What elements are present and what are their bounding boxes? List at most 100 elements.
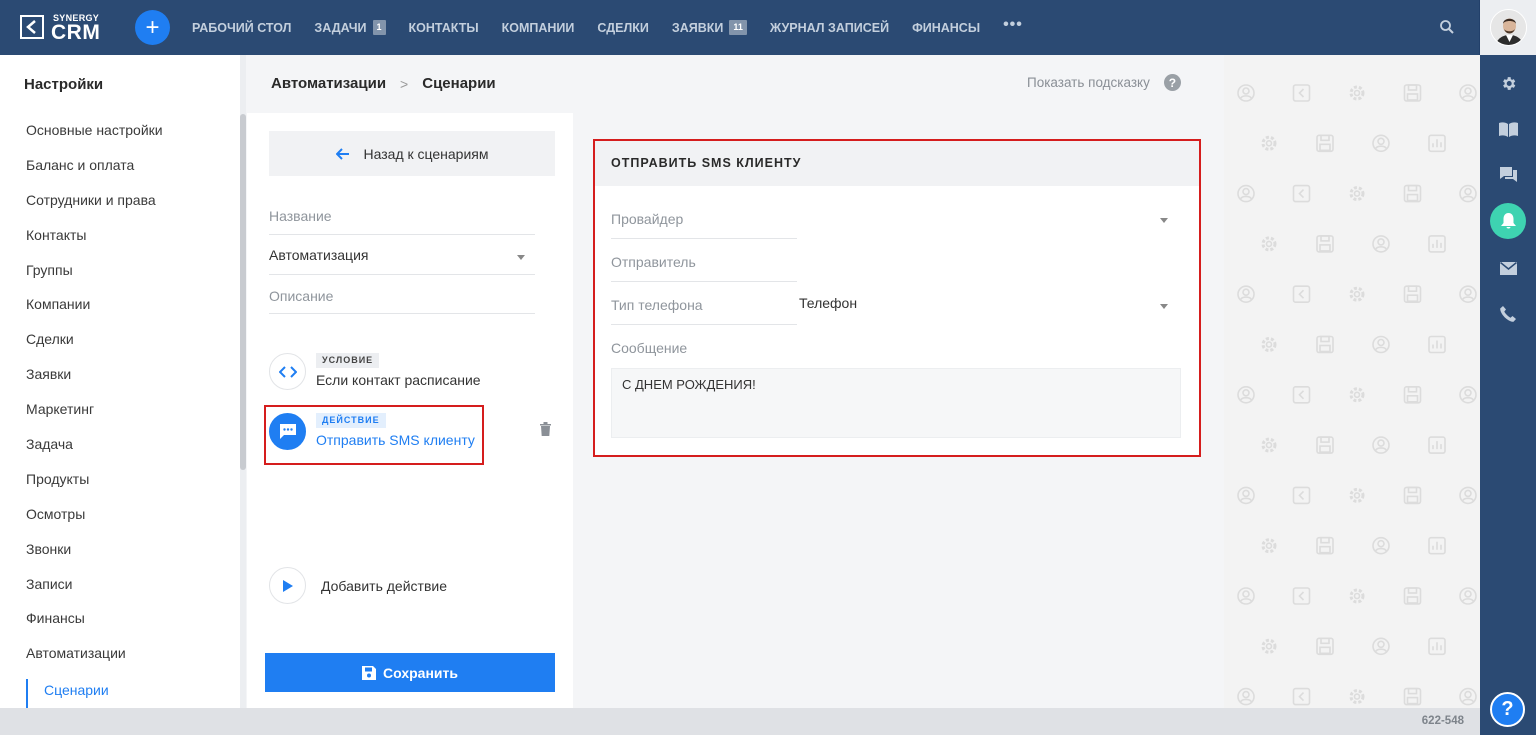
breadcrumb-parent[interactable]: Автоматизации [271, 75, 386, 92]
condition-text[interactable]: Если контакт расписание [316, 372, 481, 388]
breadcrumb-current: Сценарии [422, 75, 496, 92]
nav-deals[interactable]: СДЕЛКИ [597, 21, 649, 35]
form-title: ОТПРАВИТЬ SMS КЛИЕНТУ [595, 141, 1199, 186]
sidebar-item-balance[interactable]: Баланс и оплата [26, 156, 163, 191]
description-divider [269, 313, 535, 314]
nav-label: РАБОЧИЙ СТОЛ [192, 20, 292, 35]
sender-label: Отправитель [611, 254, 696, 270]
sidebar-item-main-settings[interactable]: Основные настройки [26, 121, 163, 156]
message-icon[interactable] [269, 413, 306, 450]
name-select-divider [269, 274, 535, 275]
search-icon[interactable] [1439, 19, 1457, 37]
logo-mark-icon [20, 15, 44, 39]
sidebar-item-requests[interactable]: Заявки [26, 365, 163, 400]
nav-label: ФИНАНСЫ [912, 20, 981, 35]
provider-chevron-down-icon[interactable] [1160, 218, 1168, 223]
phone-type-chevron-down-icon[interactable] [1160, 304, 1168, 309]
condition-step-icon[interactable] [269, 353, 306, 390]
pattern-icons [1237, 84, 1477, 706]
nav-more-button[interactable]: ••• [1003, 16, 1023, 34]
back-to-scenarios-button[interactable]: Назад к сценариям [269, 131, 555, 176]
show-hint-link[interactable]: Показать подсказку ? [1027, 74, 1181, 91]
action-link[interactable]: Отправить SMS клиенту [316, 432, 475, 448]
phone-icon[interactable] [1498, 304, 1518, 324]
mail-icon[interactable] [1498, 258, 1518, 278]
top-divider [1479, 0, 1480, 55]
sms-action-form: ОТПРАВИТЬ SMS КЛИЕНТУ Провайдер Отправит… [593, 139, 1201, 457]
nav-label: КОНТАКТЫ [408, 20, 479, 35]
bottom-bar: 622-548 [0, 708, 1480, 735]
nav-finance[interactable]: ФИНАНСЫ [912, 21, 980, 35]
provider-divider [611, 238, 797, 239]
chevron-down-icon[interactable] [517, 255, 525, 260]
help-circle-icon: ? [1163, 74, 1181, 91]
back-label: Назад к сценариям [363, 145, 489, 162]
phone-type-divider [611, 324, 797, 325]
play-icon[interactable] [269, 567, 306, 604]
sidebar-item-finance[interactable]: Финансы [26, 609, 163, 644]
sidebar-item-deals[interactable]: Сделки [26, 330, 163, 365]
top-bar: SYNERGY CRM + РАБОЧИЙ СТОЛ ЗАДАЧИ 1 КОНТА… [0, 0, 1527, 55]
sidebar-item-groups[interactable]: Группы [26, 261, 163, 296]
synergy-crm-logo[interactable]: SYNERGY CRM [20, 13, 110, 43]
nav-badge: 1 [372, 20, 386, 35]
nav-requests[interactable]: ЗАЯВКИ 11 [672, 20, 747, 35]
nav-companies[interactable]: КОМПАНИИ [502, 21, 575, 35]
nav-badge: 11 [729, 20, 747, 35]
breadcrumb: Автоматизации > Сценарии [271, 75, 496, 92]
sidebar-item-products[interactable]: Продукты [26, 470, 163, 505]
action-tag: ДЕЙСТВИЕ [316, 413, 386, 428]
sidebar-item-calls[interactable]: Звонки [26, 540, 163, 575]
name-label: Название [269, 208, 332, 224]
book-icon[interactable] [1498, 119, 1518, 139]
sidebar-item-task[interactable]: Задача [26, 435, 163, 470]
help-button[interactable]: ? [1490, 692, 1525, 727]
version-label: 622-548 [1421, 715, 1464, 727]
settings-sidebar: Настройки Основные настройки Баланс и оп… [0, 55, 240, 708]
sidebar-item-contacts[interactable]: Контакты [26, 226, 163, 261]
main-nav: РАБОЧИЙ СТОЛ ЗАДАЧИ 1 КОНТАКТЫ КОМПАНИИ С… [192, 0, 1023, 55]
save-label: Сохранить [383, 664, 458, 681]
sidebar-item-marketing[interactable]: Маркетинг [26, 400, 163, 435]
nav-label: ЖУРНАЛ ЗАПИСЕЙ [769, 20, 890, 35]
name-select[interactable]: Автоматизация [269, 247, 368, 263]
nav-label: ЗАДАЧИ [314, 20, 367, 35]
nav-label: ЗАЯВКИ [671, 20, 724, 35]
nav-desktop[interactable]: РАБОЧИЙ СТОЛ [192, 21, 291, 35]
description-field[interactable]: Описание [269, 288, 333, 304]
chat-icon[interactable] [1498, 165, 1518, 185]
sidebar-subitem-scenarios[interactable]: Сценарии [26, 679, 109, 708]
right-rail: ? [1480, 55, 1536, 735]
logo-text-bottom: CRM [51, 21, 101, 44]
content-area: Автоматизации > Сценарии Показать подска… [246, 55, 1224, 708]
decorative-pattern [1224, 55, 1480, 708]
floppy-disk-icon [362, 665, 377, 680]
sidebar-item-employees[interactable]: Сотрудники и права [26, 191, 163, 226]
sidebar-title: Настройки [24, 76, 104, 93]
bell-icon[interactable] [1490, 203, 1526, 239]
sidebar-item-records[interactable]: Записи [26, 575, 163, 610]
add-button[interactable]: + [135, 10, 170, 45]
provider-label: Провайдер [611, 211, 684, 227]
phone-type-select[interactable]: Телефон [799, 295, 857, 311]
add-action-button[interactable]: Добавить действие [321, 578, 447, 594]
nav-label: СДЕЛКИ [597, 20, 649, 35]
nav-contacts[interactable]: КОНТАКТЫ [409, 21, 479, 35]
nav-tasks[interactable]: ЗАДАЧИ 1 [314, 20, 386, 35]
user-avatar[interactable] [1490, 9, 1527, 46]
gear-icon[interactable] [1498, 73, 1518, 93]
sidebar-item-companies[interactable]: Компании [26, 295, 163, 330]
condition-tag: УСЛОВИЕ [316, 353, 380, 368]
sender-divider [611, 281, 797, 282]
sidebar-item-automations[interactable]: Автоматизации [26, 644, 163, 679]
save-button[interactable]: Сохранить [265, 653, 555, 692]
trash-icon[interactable] [540, 422, 551, 441]
scenario-panel: Назад к сценариям Название Автоматизация… [247, 113, 573, 708]
message-textarea[interactable]: С ДНЕМ РОЖДЕНИЯ! [611, 368, 1181, 438]
breadcrumb-separator: > [400, 75, 409, 92]
sidebar-item-inspections[interactable]: Осмотры [26, 505, 163, 540]
nav-journal[interactable]: ЖУРНАЛ ЗАПИСЕЙ [770, 21, 889, 35]
hint-label: Показать подсказку [1027, 75, 1150, 90]
arrow-left-icon [335, 147, 349, 160]
sidebar-list: Основные настройки Баланс и оплата Сотру… [26, 121, 163, 679]
